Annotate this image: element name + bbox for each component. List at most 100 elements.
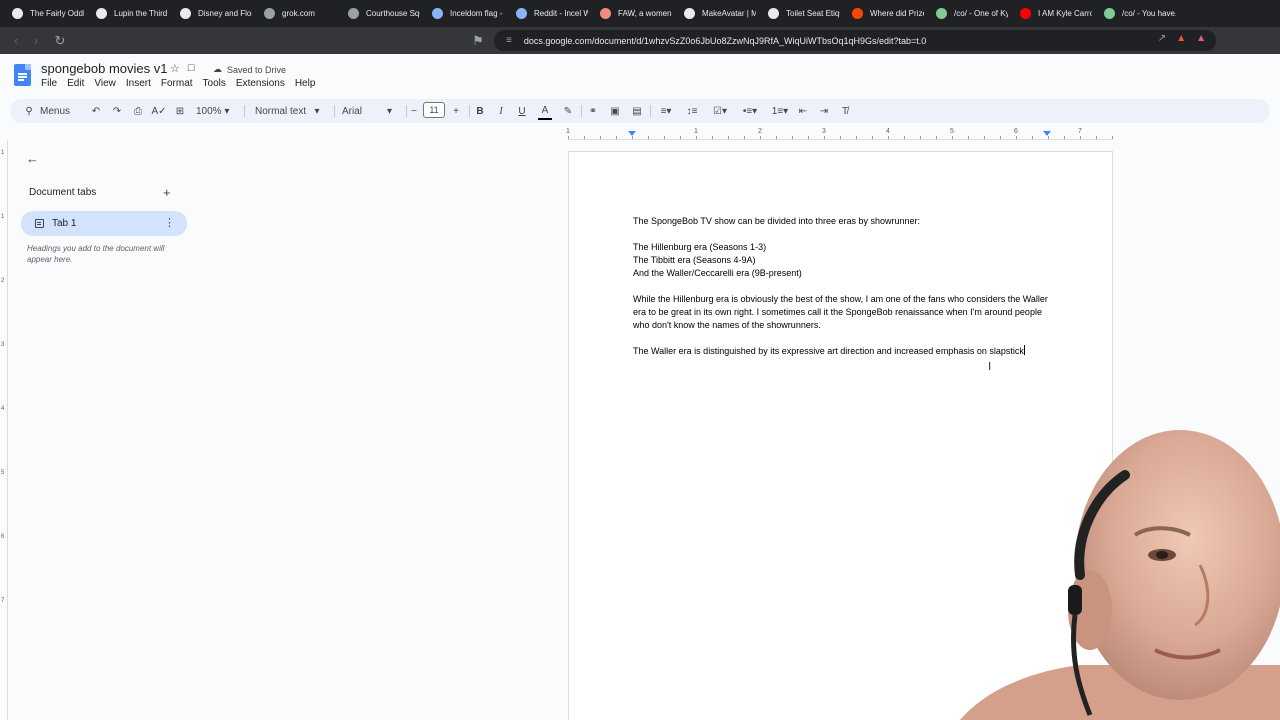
right-indent-marker[interactable] [1043,131,1051,136]
decrease-indent-icon[interactable]: ⇤ [796,99,810,123]
browser-tab[interactable]: grok.com [252,0,336,27]
site-icon [1104,8,1115,19]
paragraph[interactable]: The Hillenburg era (Seasons 1-3) [633,241,1053,254]
undo-icon[interactable]: ↶ [89,99,103,123]
brave-shield-icon[interactable]: ▲ [1176,33,1186,44]
browser-tab[interactable]: Toilet Seat Etiqu... [756,0,840,27]
formatting-toolbar: ⚲ Menus ↶ ↷ ⎙ A✓ ⊞ 100% ▾ Normal text ▾ … [10,99,1270,123]
browser-tab[interactable]: Inceldom flag - ... [420,0,504,27]
ruler-tick-label: 4 [1,406,5,412]
decrease-font-size-icon[interactable]: − [408,99,420,123]
browser-tab[interactable]: Reddit - Incel W... [504,0,588,27]
bold-icon[interactable]: B [474,99,486,123]
zoom-value: 100% [196,105,222,117]
browser-tab-title: I AM Kyle Carro... [1038,9,1092,18]
zoom-select[interactable]: 100% ▾ [196,99,229,123]
menu-view[interactable]: View [94,78,116,89]
browser-tab[interactable]: MakeAvatar | M... [672,0,756,27]
font-size-input[interactable]: 11 [423,102,445,118]
spellcheck-icon[interactable]: A✓ [151,99,166,123]
share-icon[interactable]: ↗ [1158,33,1166,44]
search-menus-label[interactable]: Menus [40,99,70,123]
menu-edit[interactable]: Edit [67,78,84,89]
image-icon[interactable]: ▤ [630,99,644,123]
bulleted-list-icon[interactable]: •≡▾ [737,99,763,123]
browser-tab[interactable]: I AM Kyle Carro... [1008,0,1092,27]
vertical-ruler[interactable]: 1 1 2 3 4 5 6 7 [0,140,8,720]
paragraph[interactable]: And the Waller/Ceccarelli era (9B-presen… [633,267,1053,280]
address-bar[interactable]: ≡ docs.google.com/document/d/1whzvSzZ0o6… [494,30,1216,51]
document-title[interactable]: spongebob movies v1 [41,61,167,76]
mouse-ibeam-cursor: I [988,360,992,373]
text-color-icon[interactable]: A [538,102,552,120]
browser-tab[interactable]: Courthouse Squ... [336,0,420,27]
highlight-icon[interactable]: ✎ [561,99,575,123]
site-info-icon[interactable]: ≡ [506,35,512,46]
align-icon[interactable]: ≡▾ [655,99,677,123]
more-options-icon[interactable]: ⋮ [164,216,175,229]
horizontal-ruler[interactable]: 1 1 2 3 4 5 6 7 [566,128,1113,140]
rewards-icon[interactable]: ▲ [1196,33,1206,44]
ruler-tick-label: 7 [1078,128,1082,135]
browser-tab[interactable]: Where did Prize... [840,0,924,27]
ruler-tick-label: 1 [1,214,5,220]
browser-tab[interactable]: /co/ - One of Ky... [924,0,1008,27]
italic-icon[interactable]: I [495,99,507,123]
back-icon[interactable]: ‹ [6,31,26,51]
paragraph[interactable]: The SpongeBob TV show can be divided int… [633,215,1053,228]
menu-help[interactable]: Help [295,78,316,89]
paragraph[interactable]: While the Hillenburg era is obviously th… [633,293,1048,332]
menu-extensions[interactable]: Extensions [236,78,285,89]
ruler-tick [936,136,937,139]
ruler-tick [728,136,729,139]
menu-format[interactable]: Format [161,78,193,89]
ruler-tick-label: 1 [566,128,570,135]
save-status[interactable]: ☁ Saved to Drive [213,64,286,75]
increase-indent-icon[interactable]: ⇥ [817,99,831,123]
move-folder-icon[interactable]: □ [188,62,195,75]
browser-tab[interactable]: Lupin the Third [84,0,168,27]
comment-icon[interactable]: ▣ [608,99,622,123]
forward-icon[interactable]: › [26,31,46,51]
ruler-tick [600,136,601,139]
site-icon [516,8,527,19]
bookmark-icon[interactable]: ⚑ [468,31,488,51]
add-tab-icon[interactable]: + [163,185,171,200]
style-select[interactable]: Normal text ▾ [255,99,319,123]
back-arrow-icon[interactable]: ← [26,151,40,166]
reload-icon[interactable]: ↻ [50,31,70,51]
paint-format-icon[interactable]: ⊞ [173,99,187,123]
link-icon[interactable]: ⚭ [586,99,600,123]
browser-tab[interactable]: Disney and Flori... [168,0,252,27]
menu-file[interactable]: File [41,78,57,89]
font-select[interactable]: Arial ▾ [342,99,392,123]
toolbar-divider [334,105,335,117]
menu-tools[interactable]: Tools [203,78,226,89]
checklist-icon[interactable]: ☑▾ [707,99,733,123]
redo-icon[interactable]: ↷ [110,99,124,123]
line-spacing-icon[interactable]: ↕≡ [685,99,699,123]
tab-item[interactable]: Tab 1 ⋮ [21,211,187,236]
browser-tab[interactable]: FAW, a women-... [588,0,672,27]
paragraph[interactable]: The Waller era is distinguished by its e… [633,345,1033,358]
underline-icon[interactable]: U [516,99,528,123]
ruler-tick [856,136,857,139]
ruler-tick [840,136,841,139]
numbered-list-icon[interactable]: 1≡▾ [767,99,793,123]
ruler-tick [808,136,809,139]
clear-formatting-icon[interactable]: T̸ [838,99,852,123]
paragraph[interactable]: The Tibbitt era (Seasons 4-9A) [633,254,1053,267]
print-icon[interactable]: ⎙ [131,99,145,123]
increase-font-size-icon[interactable]: + [450,99,462,123]
toolbar-divider [581,105,582,117]
browser-tab[interactable]: /co/ - You have... [1092,0,1176,27]
tab-icon [35,219,44,228]
star-icon[interactable]: ☆ [170,62,180,75]
menu-insert[interactable]: Insert [126,78,151,89]
docs-logo-icon[interactable] [14,64,31,86]
site-icon [600,8,611,19]
ruler-tick [1112,136,1113,139]
ruler-tick-label: 1 [694,128,698,135]
search-icon[interactable]: ⚲ [22,99,36,123]
browser-tab[interactable]: The Fairly OddP... [0,0,84,27]
